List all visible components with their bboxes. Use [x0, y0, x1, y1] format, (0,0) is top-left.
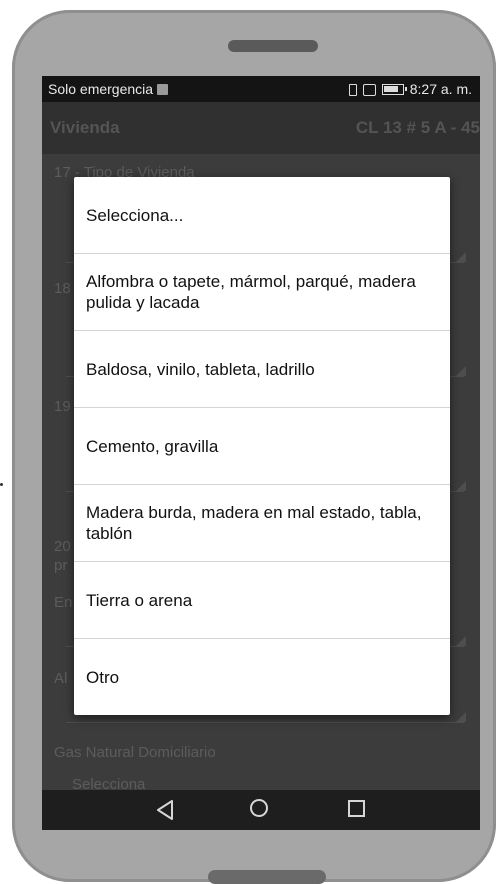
side-dot [0, 483, 3, 486]
back-icon[interactable] [156, 800, 174, 825]
status-bar: Solo emergencia 8:27 a. m. [42, 76, 480, 102]
app-bar: Vivienda CL 13 # 5 A - 45 [42, 102, 480, 154]
battery-icon [381, 84, 407, 95]
home-icon[interactable] [250, 799, 268, 817]
energy-label: En [54, 594, 73, 611]
field-20-label-line2: pr [54, 557, 68, 574]
option-otro[interactable]: Otro [74, 639, 450, 715]
option-tierra[interactable]: Tierra o arena [74, 562, 450, 638]
page-title: Vivienda [50, 118, 120, 137]
option-selecciona[interactable]: Selecciona... [74, 177, 450, 253]
address-text: CL 13 # 5 A - 45 [355, 118, 480, 137]
option-alfombra[interactable]: Alfombra o tapete, mármol, parqué, mader… [74, 254, 450, 330]
sim-icon [157, 84, 169, 95]
option-picker-dialog: Selecciona... Alfombra o tapete, mármol,… [74, 177, 450, 715]
recent-apps-icon[interactable] [348, 800, 365, 817]
option-cemento[interactable]: Cemento, gravilla [74, 408, 450, 484]
field-19-dropdown-icon [456, 481, 466, 491]
gas-label: Gas Natural Domiciliario [54, 744, 216, 761]
navigation-bar [42, 790, 480, 830]
carrier-text: Solo emergencia [48, 81, 154, 97]
phone-icon [362, 84, 376, 96]
home-pill [208, 870, 326, 884]
option-baldosa[interactable]: Baldosa, vinilo, tableta, ladrillo [74, 331, 450, 407]
clock-text: 8:27 a. m. [409, 81, 472, 97]
energy-dropdown-icon [456, 636, 466, 646]
field-17-dropdown-icon [456, 252, 466, 262]
sewer-underline [66, 722, 464, 723]
field-18-dropdown-icon [456, 366, 466, 376]
field-18-label: 18 [54, 280, 71, 297]
sewer-label: Al [54, 670, 68, 687]
option-madera-burda[interactable]: Madera burda, madera en mal estado, tabl… [74, 485, 450, 561]
vibrate-icon [348, 84, 357, 96]
sewer-dropdown-icon [456, 712, 466, 722]
field-19-label: 19 [54, 398, 71, 415]
earpiece-speaker [228, 40, 318, 52]
field-20-label: 20 [54, 538, 71, 555]
